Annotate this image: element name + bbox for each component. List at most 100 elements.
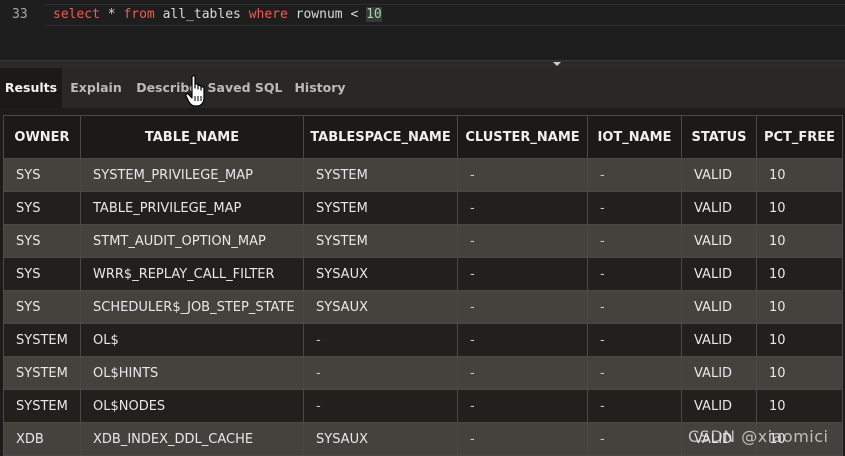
table-cell: SYSAUX <box>303 257 458 291</box>
table-row[interactable]: SYSTEM OL$HINTS - - - VALID 10 <box>3 356 843 390</box>
table-row[interactable]: SYS TABLE_PRIVILEGE_MAP SYSTEM - - VALID 10 <box>3 191 843 225</box>
table-cell: - <box>457 191 588 225</box>
column-header[interactable]: TABLESPACE_NAME <box>303 115 458 159</box>
table-cell: 10 <box>756 290 843 324</box>
table-cell: - <box>303 356 458 390</box>
sql-number-literal: 10 <box>366 7 382 22</box>
table-cell: SYSAUX <box>303 422 458 456</box>
table-cell: - <box>457 257 588 291</box>
table-cell: 10 <box>756 158 843 192</box>
table-cell: 10 <box>756 257 843 291</box>
column-header[interactable]: STATUS <box>681 115 757 159</box>
table-cell: - <box>587 323 682 357</box>
table-row[interactable]: SYS STMT_AUDIT_OPTION_MAP SYSTEM - - VALID 10 <box>3 224 843 258</box>
sql-keyword: where <box>248 7 288 22</box>
table-cell: SYSTEM <box>3 389 81 423</box>
table-cell: - <box>457 224 588 258</box>
table-cell: 10 <box>756 224 843 258</box>
table-header-row: OWNER TABLE_NAME TABLESPACE_NAME CLUSTER_NA… <box>3 115 843 159</box>
table-cell: VALID <box>681 257 757 291</box>
table-cell: SYS <box>3 257 81 291</box>
table-cell: - <box>457 323 588 357</box>
column-header[interactable]: TABLE_NAME <box>80 115 304 159</box>
table-cell: - <box>587 356 682 390</box>
table-cell: VALID <box>681 191 757 225</box>
table-cell: - <box>587 290 682 324</box>
table-cell: SYS <box>3 158 81 192</box>
tab-results[interactable]: Results <box>0 68 62 108</box>
table-cell: - <box>303 323 458 357</box>
table-cell: VALID <box>681 389 757 423</box>
table-row[interactable]: SYS SCHEDULER$_JOB_STEP_STATE SYSAUX - - VALI… <box>3 290 843 324</box>
table-cell: SYSTEM <box>303 191 458 225</box>
table-row[interactable]: SYS SYSTEM_PRIVILEGE_MAP SYSTEM - - VALID 10 <box>3 158 843 192</box>
watermark: CSDN @xiaomici <box>688 427 829 446</box>
table-cell: 10 <box>756 323 843 357</box>
table-cell: VALID <box>681 356 757 390</box>
table-cell: SYSTEM <box>303 224 458 258</box>
table-cell: VALID <box>681 224 757 258</box>
table-cell: 10 <box>756 389 843 423</box>
table-cell: VALID <box>681 158 757 192</box>
table-cell: OL$ <box>80 323 304 357</box>
sql-keyword: select <box>53 7 100 22</box>
table-cell: - <box>457 158 588 192</box>
table-cell: WRR$_REPLAY_CALL_FILTER <box>80 257 304 291</box>
results-tab-bar: Results Explain Describe Saved SQL Histo… <box>0 68 845 108</box>
table-cell: SCHEDULER$_JOB_STEP_STATE <box>80 290 304 324</box>
table-cell: TABLE_PRIVILEGE_MAP <box>80 191 304 225</box>
table-cell: - <box>587 422 682 456</box>
table-cell: OL$HINTS <box>80 356 304 390</box>
table-cell: - <box>587 191 682 225</box>
table-cell: VALID <box>681 290 757 324</box>
column-header[interactable]: IOT_NAME <box>587 115 682 159</box>
drag-handle-icon[interactable] <box>553 62 561 66</box>
tab-explain[interactable]: Explain <box>62 68 130 108</box>
column-header[interactable]: PCT_FREE <box>756 115 843 159</box>
clipped-code-glyphs <box>53 0 473 3</box>
code-line[interactable]: select * from all_tables where rownum < … <box>53 7 382 22</box>
sql-editor[interactable]: 33 select * from all_tables where rownum… <box>0 0 845 60</box>
sql-keyword: from <box>123 7 155 22</box>
table-cell: - <box>457 389 588 423</box>
table-cell: - <box>587 389 682 423</box>
table-cell: 10 <box>756 191 843 225</box>
table-cell: - <box>587 158 682 192</box>
table-cell: 10 <box>756 356 843 390</box>
table-cell: STMT_AUDIT_OPTION_MAP <box>80 224 304 258</box>
table-body: SYS SYSTEM_PRIVILEGE_MAP SYSTEM - - VALID 10 SY… <box>3 158 843 456</box>
table-cell: SYSTEM_PRIVILEGE_MAP <box>80 158 304 192</box>
tab-history[interactable]: History <box>286 68 354 108</box>
table-cell: VALID <box>681 323 757 357</box>
table-row[interactable]: SYSTEM OL$NODES - - - VALID 10 <box>3 389 843 423</box>
table-cell: SYS <box>3 290 81 324</box>
table-cell: XDB <box>3 422 81 456</box>
table-cell: SYSTEM <box>3 356 81 390</box>
table-cell: - <box>457 422 588 456</box>
results-table: OWNER TABLE_NAME TABLESPACE_NAME CLUSTER_NA… <box>3 115 843 456</box>
previous-code-line-fragment <box>53 0 473 3</box>
pane-splitter[interactable] <box>0 60 845 68</box>
sql-text: all_tables <box>154 7 249 22</box>
table-row[interactable]: SYS WRR$_REPLAY_CALL_FILTER SYSAUX - - VALID 1… <box>3 257 843 291</box>
hand-pointer-icon <box>185 75 205 107</box>
table-cell: - <box>587 224 682 258</box>
table-cell: OL$NODES <box>80 389 304 423</box>
sql-text: * <box>99 7 124 22</box>
table-cell: - <box>457 290 588 324</box>
table-cell: SYSAUX <box>303 290 458 324</box>
line-number: 33 <box>12 7 28 22</box>
table-cell: SYS <box>3 224 81 258</box>
table-cell: XDB_INDEX_DDL_CACHE <box>80 422 304 456</box>
column-header[interactable]: CLUSTER_NAME <box>457 115 588 159</box>
column-header[interactable]: OWNER <box>3 115 81 159</box>
table-cell: - <box>587 257 682 291</box>
table-cell: - <box>457 356 588 390</box>
tab-saved-sql[interactable]: Saved SQL <box>204 68 286 108</box>
table-cell: SYSTEM <box>3 323 81 357</box>
table-cell: SYSTEM <box>303 158 458 192</box>
sql-text: rownum < <box>287 7 367 22</box>
table-cell: SYS <box>3 191 81 225</box>
table-row[interactable]: SYSTEM OL$ - - - VALID 10 <box>3 323 843 357</box>
table-cell: - <box>303 389 458 423</box>
